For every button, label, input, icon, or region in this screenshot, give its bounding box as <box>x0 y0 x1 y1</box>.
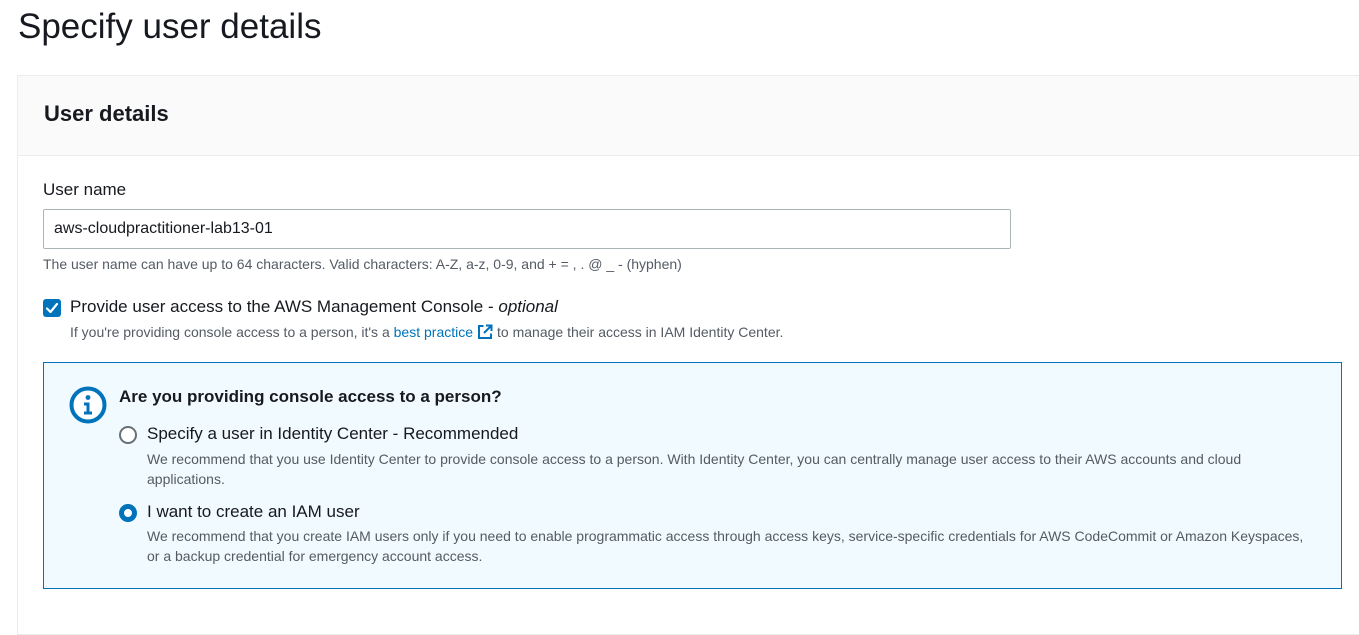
iam-user-radio[interactable] <box>119 504 137 522</box>
console-access-desc-before: If you're providing console access to a … <box>70 324 394 340</box>
iam-user-option-label[interactable]: I want to create an IAM user <box>147 501 360 523</box>
check-icon <box>45 302 59 314</box>
identity-center-radio[interactable] <box>119 426 137 444</box>
console-access-label[interactable]: Provide user access to the AWS Managemen… <box>70 296 558 318</box>
panel-header: User details <box>18 76 1359 156</box>
info-box-title: Are you providing console access to a pe… <box>119 387 502 406</box>
user-name-hint: The user name can have up to 64 characte… <box>43 256 682 272</box>
console-access-description: If you're providing console access to a … <box>70 323 783 341</box>
panel-title: User details <box>44 101 169 126</box>
console-access-desc-after: to manage their access in IAM Identity C… <box>497 324 784 340</box>
console-access-label-text: Provide user access to the AWS Managemen… <box>70 297 499 316</box>
info-icon <box>69 386 107 424</box>
iam-user-option-desc: We recommend that you create IAM users o… <box>147 528 1304 564</box>
identity-center-option-label[interactable]: Specify a user in Identity Center - Reco… <box>147 423 518 445</box>
best-practice-link[interactable]: best practice <box>394 324 473 340</box>
optional-tag: optional <box>498 297 558 316</box>
identity-center-option-desc: We recommend that you use Identity Cente… <box>147 451 1242 487</box>
console-access-checkbox[interactable] <box>43 299 61 317</box>
external-link-icon[interactable] <box>477 324 493 340</box>
user-name-input[interactable] <box>43 209 1011 249</box>
user-name-label: User name <box>43 180 127 199</box>
page-title: Specify user details <box>18 7 322 46</box>
